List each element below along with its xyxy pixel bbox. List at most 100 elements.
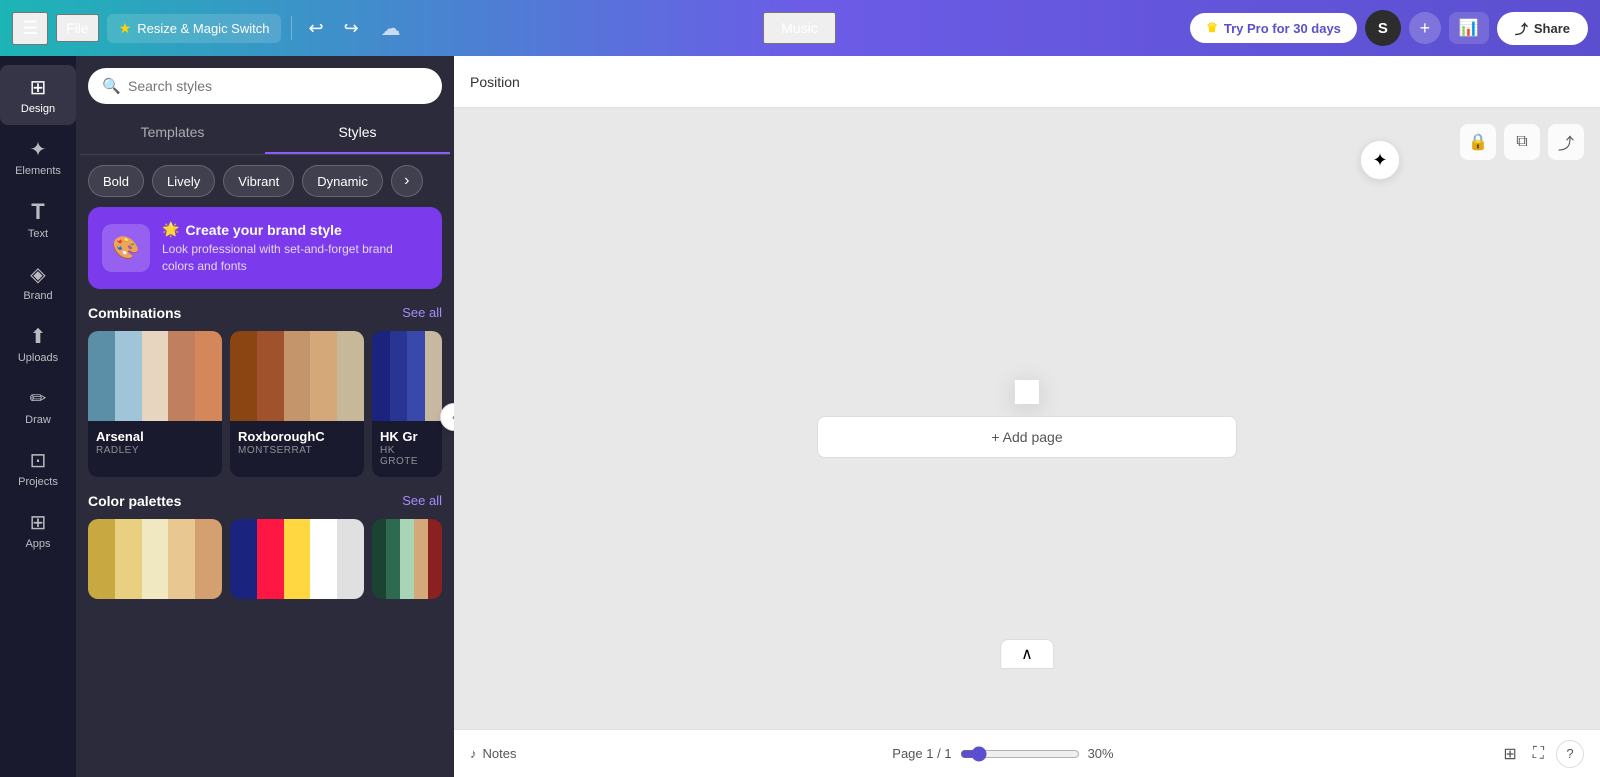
- swatch: [390, 331, 408, 421]
- combinations-see-all-button[interactable]: See all: [402, 305, 442, 320]
- sidebar-item-projects[interactable]: ⊡ Projects: [0, 438, 76, 498]
- filter-bold[interactable]: Bold: [88, 165, 144, 197]
- palette-card-2[interactable]: [230, 519, 364, 599]
- ai-magic-button[interactable]: ✦: [1360, 140, 1400, 180]
- palette-card-3[interactable]: [372, 519, 442, 599]
- combo-info-3: HK Gr HK GROTE: [372, 421, 442, 477]
- swatch: [337, 519, 364, 599]
- color-palettes-section-header: Color palettes See all: [88, 493, 442, 509]
- swatch: [230, 331, 257, 421]
- bottom-center: Page 1 / 1 30%: [528, 746, 1487, 762]
- combo-swatches-2: [230, 331, 364, 421]
- filter-dynamic[interactable]: Dynamic: [302, 165, 383, 197]
- share-button[interactable]: ⤴ Share: [1497, 12, 1588, 45]
- swatch: [425, 331, 443, 421]
- duplicate-frame-button[interactable]: ⧉: [1504, 124, 1540, 160]
- sidebar-item-brand[interactable]: ◈ Brand: [0, 252, 76, 312]
- music-button[interactable]: Music: [763, 12, 836, 44]
- combinations-title: Combinations: [88, 305, 181, 321]
- create-brand-style-card[interactable]: 🎨 🌟 Create your brand style Look profess…: [88, 207, 442, 289]
- palettes-see-all-button[interactable]: See all: [402, 493, 442, 508]
- combo-font-secondary: Radley: [96, 445, 214, 456]
- swatch: [400, 519, 414, 599]
- sidebar-item-draw[interactable]: ✏ Draw: [0, 376, 76, 436]
- swatch: [88, 331, 115, 421]
- brand-style-text: 🌟 Create your brand style Look professio…: [162, 221, 428, 275]
- try-pro-button[interactable]: ♛ Try Pro for 30 days: [1190, 13, 1357, 43]
- palette-swatches-1: [88, 519, 222, 599]
- file-menu-button[interactable]: File: [56, 14, 99, 42]
- design-icon: ⊞: [30, 75, 47, 100]
- combo-font-primary: HK Gr: [380, 429, 434, 444]
- combinations-section-header: Combinations See all: [88, 305, 442, 321]
- filter-vibrant[interactable]: Vibrant: [223, 165, 294, 197]
- canvas-document[interactable]: Losing control Henry him: [1015, 380, 1039, 404]
- swatch: [428, 519, 442, 599]
- color-palettes-title: Color palettes: [88, 493, 181, 509]
- uploads-icon: ⬆: [30, 324, 47, 349]
- combination-card-hk[interactable]: HK Gr HK GROTE: [372, 331, 442, 477]
- undo-button[interactable]: ↩: [302, 14, 329, 43]
- user-avatar-button[interactable]: S: [1365, 10, 1401, 46]
- swatch: [168, 519, 195, 599]
- combo-font-primary: Arsenal: [96, 429, 214, 444]
- zoom-slider[interactable]: [960, 746, 1080, 762]
- fullscreen-button[interactable]: ⛶: [1529, 741, 1548, 767]
- share-frame-button[interactable]: ⤴: [1548, 124, 1584, 160]
- swatch: [372, 331, 390, 421]
- add-collaborator-button[interactable]: +: [1409, 12, 1441, 44]
- redo-button[interactable]: ↪: [338, 14, 365, 43]
- tab-styles[interactable]: Styles: [265, 112, 450, 154]
- sidebar-item-apps[interactable]: ⊞ Apps: [0, 500, 76, 560]
- sidebar-item-design[interactable]: ⊞ Design: [0, 65, 76, 125]
- notes-icon: ♪: [470, 746, 477, 761]
- search-box: 🔍: [88, 68, 442, 104]
- swatch: [115, 331, 142, 421]
- position-label: Position: [470, 74, 520, 90]
- more-filters-button[interactable]: ›: [391, 165, 423, 197]
- divider: [291, 16, 292, 40]
- search-icon: 🔍: [102, 77, 121, 95]
- swatch: [337, 331, 364, 421]
- lock-button[interactable]: 🔒: [1460, 124, 1496, 160]
- combo-swatches-1: [88, 331, 222, 421]
- style-filters: Bold Lively Vibrant Dynamic ›: [76, 155, 454, 207]
- combination-card-roxborough[interactable]: RoxboroughC MONTSERRAT: [230, 331, 364, 477]
- swatch: [257, 519, 284, 599]
- swatch: [88, 519, 115, 599]
- hamburger-menu-button[interactable]: ☰: [12, 12, 48, 45]
- chevron-up-icon: ∧: [1021, 646, 1033, 663]
- filter-lively[interactable]: Lively: [152, 165, 215, 197]
- canvas-main: 🔒 ⧉ ⤴ ✦: [454, 108, 1600, 729]
- sidebar-item-elements[interactable]: ✦ Elements: [0, 127, 76, 187]
- swatch: [142, 519, 169, 599]
- swatch: [195, 331, 222, 421]
- share-icon: ⤴: [1515, 19, 1528, 38]
- stats-button[interactable]: 📊: [1449, 12, 1489, 44]
- palette-card-1[interactable]: [88, 519, 222, 599]
- add-page-button[interactable]: + Add page: [817, 416, 1237, 458]
- brand-style-title: 🌟 Create your brand style: [162, 221, 428, 238]
- elements-icon: ✦: [30, 137, 47, 162]
- sidebar-item-text[interactable]: T Text: [0, 189, 76, 250]
- grid-view-button[interactable]: ⊞: [1499, 740, 1520, 768]
- combination-card-arsenal[interactable]: Arsenal Radley: [88, 331, 222, 477]
- combo-info-2: RoxboroughC MONTSERRAT: [230, 421, 364, 466]
- canvas-area: Position 🔒 ⧉ ⤴ ✦: [454, 56, 1600, 777]
- brand-kit-icon: 🎨: [112, 235, 139, 261]
- tab-templates[interactable]: Templates: [80, 112, 265, 154]
- swatch: [372, 519, 386, 599]
- swatch: [414, 519, 428, 599]
- combo-font-primary: RoxboroughC: [238, 429, 356, 444]
- hide-notes-button[interactable]: ∧: [1000, 639, 1054, 669]
- help-button[interactable]: ?: [1556, 740, 1584, 768]
- search-styles-input[interactable]: [88, 68, 442, 104]
- sidebar-icons: ⊞ Design ✦ Elements T Text ◈ Brand ⬆ Upl…: [0, 56, 76, 777]
- apps-icon: ⊞: [30, 510, 47, 535]
- draw-icon: ✏: [30, 386, 47, 411]
- sidebar-item-uploads[interactable]: ⬆ Uploads: [0, 314, 76, 374]
- panel-tabs: Templates Styles: [80, 112, 450, 155]
- resize-magic-switch-button[interactable]: ★ Resize & Magic Switch: [107, 14, 282, 43]
- color-palettes-grid: [88, 519, 442, 599]
- notes-button[interactable]: ♪ Notes: [470, 746, 516, 761]
